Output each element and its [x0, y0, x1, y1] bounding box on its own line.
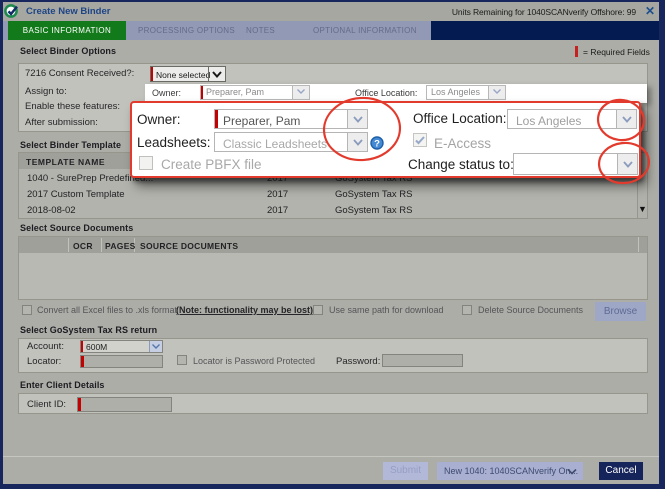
svg-text:?: ? [374, 138, 380, 149]
